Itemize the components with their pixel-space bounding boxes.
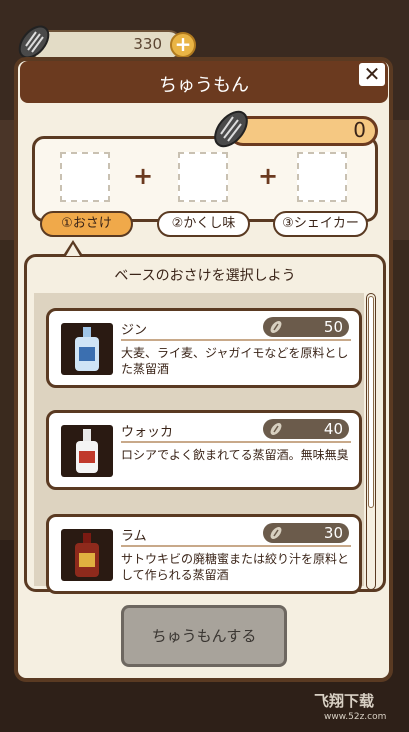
plus-sign: + [258,162,279,190]
ingredient-slot-shaker[interactable] [297,152,347,202]
close-button[interactable]: ✕ [357,61,387,88]
item-description: サトウキビの廃糖蜜または絞り汁を原料として作られる蒸留酒 [121,552,350,582]
seed-counter-value: 0 [353,118,366,142]
ingredient-slot-liquor[interactable] [60,152,110,202]
list-heading: ベースのおさけを選択しよう [114,268,296,284]
item-price: 30 [323,524,343,542]
list-item-gin[interactable]: ジン 50 大麦、ライ麦、ジャガイモなどを原料とした蒸留酒 [46,308,362,388]
item-name: ラム [121,529,147,544]
ingredient-slot-flavor[interactable] [178,152,228,202]
watermark-url: www.52z.com [324,712,387,722]
list-item-rum[interactable]: ラム 30 サトウキビの廃糖蜜または絞り汁を原料として作られる蒸留酒 [46,514,362,594]
tab-shaker[interactable]: ③シェイカー [273,211,368,237]
rum-bottle-icon [61,529,113,581]
dialog-title: ちゅうもん [159,75,249,96]
divider [121,441,351,443]
tab-liquor[interactable]: ①おさけ [40,211,133,237]
sunflower-seed-icon [270,527,282,539]
sunflower-seed-icon [270,423,282,435]
order-button[interactable]: ちゅうもんする [121,605,287,667]
add-currency-button[interactable]: + [170,32,196,58]
item-description: ロシアでよく飲まれてる蒸留酒。無味無臭 [121,448,349,462]
divider [121,339,351,341]
tab-secret-flavor[interactable]: ②かくし味 [157,211,250,237]
item-description: 大麦、ライ麦、ジャガイモなどを原料とした蒸留酒 [121,346,349,376]
vodka-bottle-icon [61,425,113,477]
scrollbar-thumb[interactable] [368,296,374,508]
sunflower-seed-icon [270,321,282,333]
sunflower-seed-icon [18,25,50,59]
item-name: ジン [121,323,148,338]
tab-pointer [66,244,80,256]
currency-value: 330 [133,35,162,53]
divider [121,545,351,547]
item-name: ウォッカ [121,425,174,440]
watermark-logo: 飞翔下载 [314,692,375,710]
sunflower-seed-icon [214,110,248,148]
plus-sign: + [133,162,154,190]
item-price: 40 [323,420,343,438]
gin-bottle-icon [61,323,113,375]
list-item-vodka[interactable]: ウォッカ 40 ロシアでよく飲まれてる蒸留酒。無味無臭 [46,410,362,490]
item-price: 50 [323,318,343,336]
